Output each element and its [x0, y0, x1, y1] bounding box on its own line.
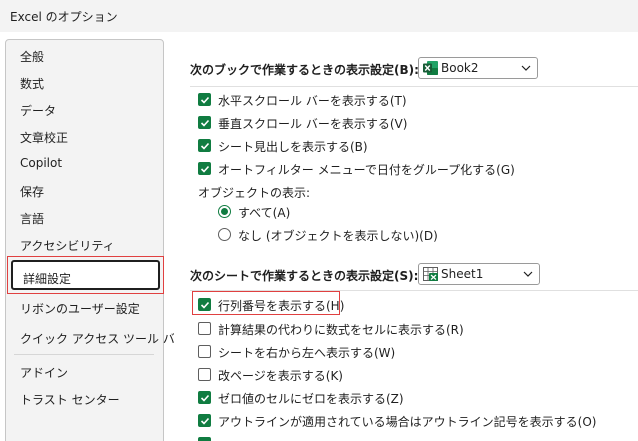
radio-label: なし (オブジェクトを表示しない)(D)	[238, 229, 438, 243]
nav-item-trust-center[interactable]: トラスト センター	[20, 391, 120, 408]
section-divider	[190, 86, 638, 87]
advanced-options-panel: 次のブックで作業するときの表示設定(B): Book2 水平スクロール バーを表…	[174, 32, 638, 441]
checkmark-icon	[200, 301, 210, 309]
radio-label: すべて(A)	[238, 206, 291, 220]
checkbox[interactable]	[198, 345, 211, 358]
workbook-select-value: Book2	[441, 61, 479, 75]
checkbox[interactable]	[198, 116, 211, 129]
window-title: Excel のオプション	[10, 10, 118, 24]
nav-item-language[interactable]: 言語	[20, 210, 44, 227]
checkbox[interactable]	[198, 139, 211, 152]
nav-item-copilot[interactable]: Copilot	[20, 156, 62, 170]
sheet-select[interactable]: Sheet1	[418, 263, 540, 285]
chevron-down-icon	[521, 65, 531, 71]
nav-separator	[14, 354, 154, 355]
checkbox[interactable]	[198, 368, 211, 381]
option-label: 水平スクロール バーを表示する(T)	[218, 94, 407, 108]
options-nav: 全般 数式 データ 文章校正 Copilot 保存 言語 アクセシビリティ 詳細…	[5, 39, 187, 441]
nav-item-advanced[interactable]: 詳細設定	[11, 260, 160, 290]
option-label: ゼロ値のセルにゼロを表示する(Z)	[218, 392, 404, 406]
excel-sheet-icon	[423, 267, 438, 281]
checkmark-icon	[200, 165, 210, 173]
nav-item-advanced-highlight: 詳細設定	[7, 256, 164, 294]
workbook-display-header: 次のブックで作業するときの表示設定(B):	[190, 63, 419, 77]
option-label: アウトラインが適用されている場合はアウトライン記号を表示する(O)	[218, 415, 597, 429]
checkmark-icon	[200, 394, 210, 402]
option-label: オートフィルター メニューで日付をグループ化する(G)	[218, 163, 515, 177]
nav-item-data[interactable]: データ	[20, 102, 56, 119]
option-label: 行列番号を表示する(H)	[218, 299, 345, 313]
nav-item-save[interactable]: 保存	[20, 183, 44, 200]
nav-item-general[interactable]: 全般	[20, 48, 44, 65]
objects-display-label: オブジェクトの表示:	[198, 186, 311, 200]
excel-file-icon	[423, 61, 438, 75]
checkbox[interactable]	[198, 391, 211, 404]
title-bar: Excel のオプション	[0, 0, 638, 32]
checkbox[interactable]	[198, 322, 211, 335]
radio-button[interactable]	[218, 228, 231, 241]
checkbox[interactable]	[198, 298, 211, 311]
nav-item-addins[interactable]: アドイン	[20, 364, 68, 381]
radio-button[interactable]	[218, 205, 231, 218]
nav-item-proofing[interactable]: 文章校正	[20, 129, 68, 146]
checkmark-icon	[200, 96, 210, 104]
checkmark-icon	[200, 417, 210, 425]
workbook-select[interactable]: Book2	[418, 57, 538, 79]
checkbox[interactable]	[198, 437, 211, 441]
sheet-display-header: 次のシートで作業するときの表示設定(S):	[190, 269, 419, 283]
sheet-select-value: Sheet1	[441, 267, 484, 281]
option-label: 改ページを表示する(K)	[218, 369, 343, 383]
checkmark-icon	[200, 142, 210, 150]
nav-item-customize-ribbon[interactable]: リボンのユーザー設定	[20, 300, 140, 317]
nav-item-formulas[interactable]: 数式	[20, 75, 44, 92]
nav-item-accessibility[interactable]: アクセシビリティ	[20, 237, 115, 254]
option-label: 垂直スクロール バーを表示する(V)	[218, 117, 408, 131]
nav-item-advanced-label: 詳細設定	[23, 272, 72, 286]
option-label: シート見出しを表示する(B)	[218, 140, 368, 154]
checkmark-icon	[200, 119, 210, 127]
option-label: 計算結果の代わりに数式をセルに表示する(R)	[218, 323, 464, 337]
checkbox[interactable]	[198, 93, 211, 106]
checkbox[interactable]	[198, 414, 211, 427]
nav-item-quick-access-toolbar[interactable]: クイック アクセス ツール バー	[20, 330, 187, 347]
chevron-down-icon	[523, 271, 533, 277]
option-label: シートを右から左へ表示する(W)	[218, 346, 396, 360]
checkbox[interactable]	[198, 162, 211, 175]
